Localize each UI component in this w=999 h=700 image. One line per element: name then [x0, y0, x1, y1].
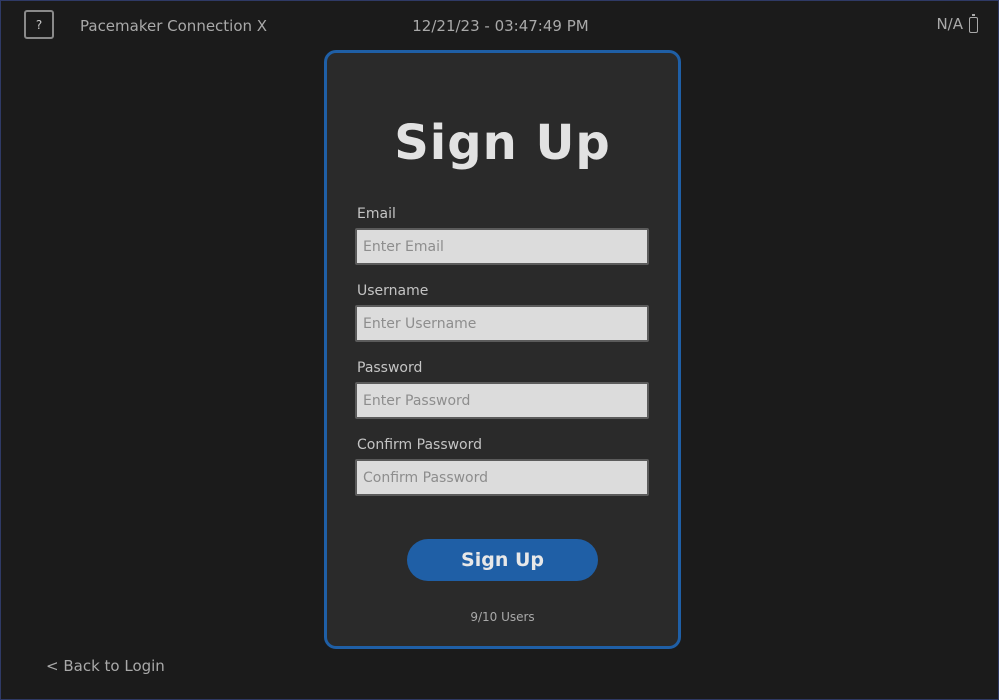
help-icon: ?: [35, 17, 43, 32]
app-window: ? Pacemaker Connection X 12/21/23 - 03:4…: [0, 0, 999, 700]
connection-status: N/A: [936, 14, 978, 33]
password-label: Password: [357, 360, 423, 376]
connection-status-text: N/A: [936, 15, 963, 33]
confirm-password-field[interactable]: [355, 459, 649, 496]
user-count: 9/10 Users: [470, 610, 535, 624]
confirm-password-label: Confirm Password: [357, 437, 483, 453]
email-field[interactable]: [355, 228, 649, 265]
username-label: Username: [357, 283, 429, 299]
username-field[interactable]: [355, 305, 649, 342]
signup-card: Sign Up Email Username Password Confirm …: [324, 50, 681, 649]
back-to-login-link[interactable]: < Back to Login: [46, 657, 165, 675]
battery-icon: [969, 14, 978, 33]
app-title: Pacemaker Connection X: [80, 17, 268, 35]
signup-button[interactable]: Sign Up: [407, 539, 598, 581]
email-label: Email: [357, 206, 396, 222]
password-field[interactable]: [355, 382, 649, 419]
page-title: Sign Up: [394, 115, 611, 171]
help-button[interactable]: ?: [24, 10, 54, 39]
